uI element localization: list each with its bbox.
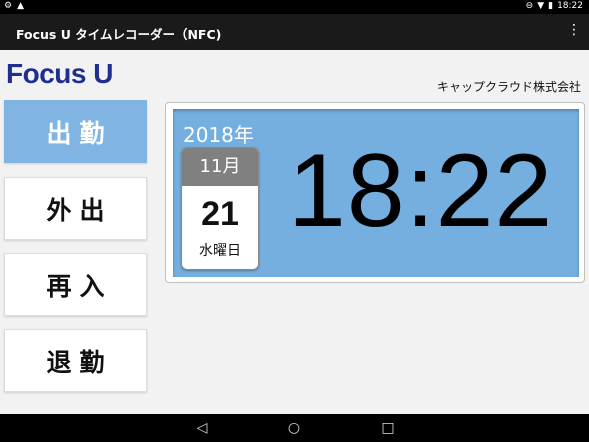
- overflow-menu-icon[interactable]: ⋮: [567, 22, 581, 38]
- clock-display: 2018年 11月 21 水曜日 18:22: [173, 109, 579, 277]
- home-icon[interactable]: ○: [286, 420, 302, 436]
- app-bar: Focus U タイムレコーダー（NFC) ⋮: [0, 14, 589, 50]
- navigation-bar: ◁ ○ □: [0, 414, 589, 442]
- recents-icon[interactable]: □: [380, 420, 396, 436]
- year-label: 2018年: [183, 123, 254, 147]
- re-enter-button[interactable]: 再入: [4, 253, 147, 316]
- notification-icon: ⚙: [4, 1, 13, 11]
- status-bar: ⚙ ▲ ⊖ ▼ ▮ 18:22: [0, 0, 589, 14]
- app-title: Focus U タイムレコーダー（NFC): [16, 27, 222, 42]
- calendar-card: 11月 21 水曜日: [181, 147, 259, 270]
- company-name: キャップクラウド株式会社: [436, 80, 581, 94]
- minus-circle-icon: ⊖: [525, 1, 534, 11]
- weekday-label: 水曜日: [199, 243, 241, 259]
- logo: Focus U: [6, 58, 113, 89]
- status-time: 18:22: [557, 1, 583, 11]
- current-time: 18:22: [288, 133, 554, 249]
- day-label: 21: [201, 195, 239, 233]
- battery-icon: ▮: [548, 1, 554, 11]
- back-icon[interactable]: ◁: [194, 420, 210, 436]
- clock-in-button[interactable]: 出勤: [4, 100, 147, 163]
- clock-out-button[interactable]: 退勤: [4, 329, 147, 392]
- clock-panel: 2018年 11月 21 水曜日 18:22: [165, 102, 585, 283]
- wifi-icon: ▼: [537, 1, 545, 11]
- month-label: 11月: [182, 148, 258, 186]
- go-out-button[interactable]: 外出: [4, 177, 147, 240]
- warning-icon: ▲: [17, 1, 24, 11]
